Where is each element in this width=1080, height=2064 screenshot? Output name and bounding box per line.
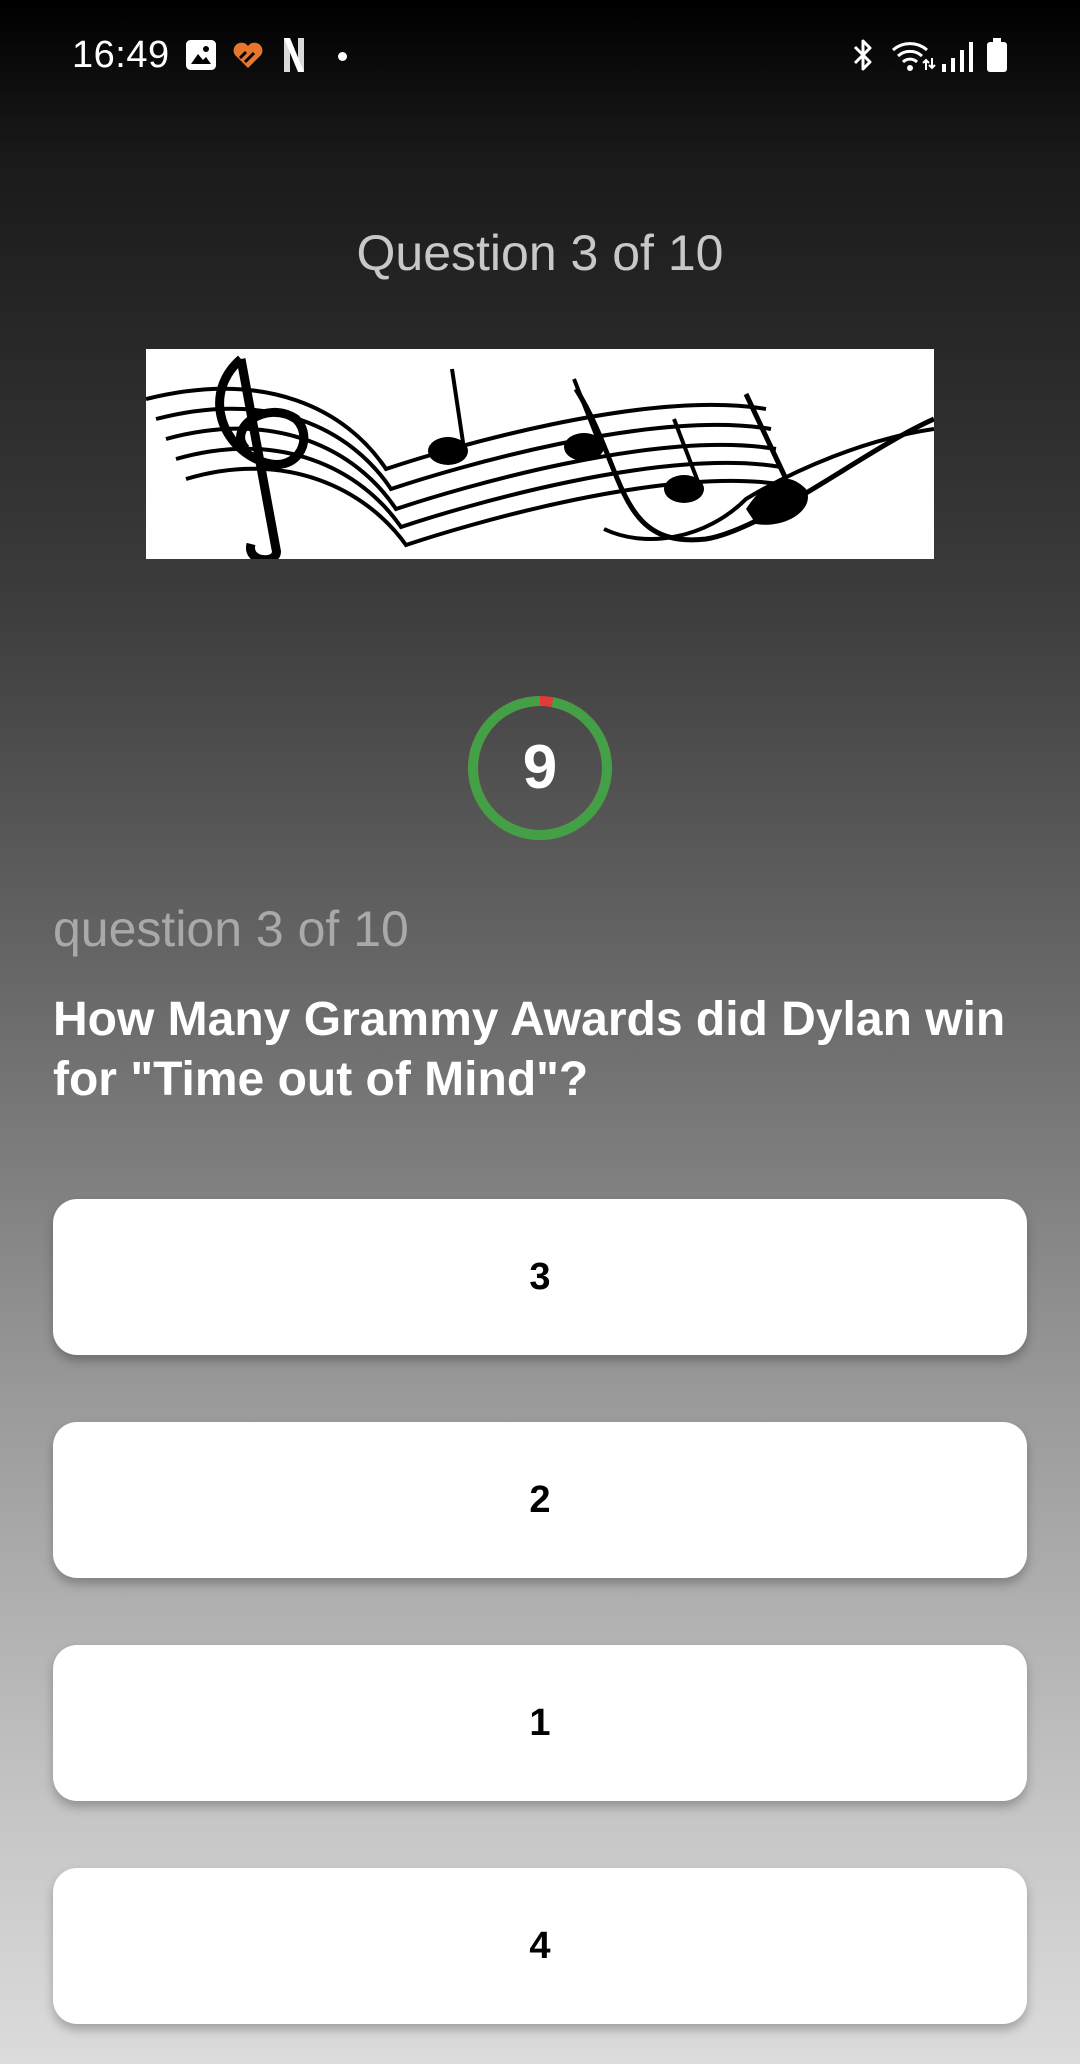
countdown-timer: 9 <box>466 694 614 842</box>
status-time: 16:49 <box>72 34 170 76</box>
bluetooth-icon <box>853 39 872 71</box>
netflix-icon <box>284 38 304 72</box>
status-bar: 16:49 <box>0 0 1080 116</box>
signal-icon <box>942 42 973 72</box>
heart-icon <box>233 42 263 68</box>
music-notes-icon <box>146 355 934 559</box>
notification-dot-icon <box>338 52 347 61</box>
battery-icon <box>987 38 1007 72</box>
timer-value: 9 <box>522 733 558 802</box>
question-text: How Many Grammy Awards did Dylan win for… <box>53 993 1006 1106</box>
answer-button[interactable]: 3 <box>53 1199 1027 1355</box>
question-counter: question 3 of 10 <box>53 901 409 957</box>
gallery-icon <box>186 40 216 70</box>
music-notes-banner <box>146 349 934 559</box>
answer-button[interactable]: 4 <box>53 1868 1027 2024</box>
answer-button[interactable]: 2 <box>53 1422 1027 1578</box>
wifi-icon <box>892 42 936 71</box>
page-title: Question 3 of 10 <box>356 225 724 281</box>
answer-button[interactable]: 1 <box>53 1645 1027 1801</box>
